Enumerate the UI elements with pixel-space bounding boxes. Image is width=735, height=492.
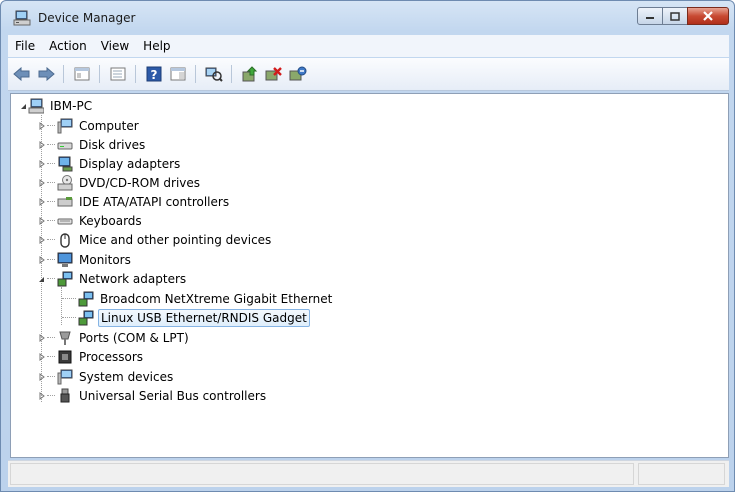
minimize-button[interactable]	[637, 7, 663, 25]
disable-device-icon[interactable]	[264, 64, 284, 84]
tree-node-label: Display adapters	[79, 157, 181, 171]
expand-arrow-icon[interactable]	[37, 372, 46, 382]
tree-node-network-adapters[interactable]: Network adapters	[37, 270, 188, 288]
tree-node-label: Monitors	[79, 253, 131, 267]
menu-bar: File Action View Help	[8, 35, 729, 57]
monitor-icon	[57, 252, 73, 268]
tree-child-broadcom[interactable]: Broadcom NetXtreme Gigabit Ethernet	[61, 290, 334, 308]
window-title: Device Manager	[38, 11, 136, 25]
close-icon	[703, 11, 713, 21]
collapse-arrow-icon[interactable]	[19, 101, 28, 111]
tree-node-system-devices[interactable]: System devices	[37, 368, 175, 386]
status-pane-main	[10, 463, 634, 485]
keyboard-icon	[57, 213, 73, 229]
tree-node-label: DVD/CD-ROM drives	[79, 176, 201, 190]
tree-node-display-adapters[interactable]: Display adapters	[37, 155, 182, 173]
expand-arrow-icon[interactable]	[37, 121, 46, 131]
toolbar-separator	[63, 65, 64, 83]
computer-icon	[28, 98, 44, 114]
tree-node-label: Universal Serial Bus controllers	[79, 389, 267, 403]
properties-panel-icon[interactable]	[72, 64, 92, 84]
expand-arrow-icon[interactable]	[37, 159, 46, 169]
maximize-button[interactable]	[662, 7, 688, 25]
tree-node-label: Disk drives	[79, 138, 146, 152]
help-icon[interactable]: ?	[144, 64, 164, 84]
collapse-arrow-icon[interactable]	[37, 274, 46, 284]
toolbar-separator	[195, 65, 196, 83]
toolbar: ?	[8, 58, 729, 91]
tree-node-usb-controllers[interactable]: Universal Serial Bus controllers	[37, 387, 268, 405]
expand-arrow-icon[interactable]	[37, 235, 46, 245]
update-driver-icon[interactable]	[240, 64, 260, 84]
expand-arrow-icon[interactable]	[37, 333, 46, 343]
usb-icon	[57, 388, 73, 404]
tree-node-label: Mice and other pointing devices	[79, 233, 272, 247]
menu-file[interactable]: File	[8, 36, 42, 56]
network-adapter-icon	[57, 271, 73, 287]
tree-node-label: IDE ATA/ATAPI controllers	[79, 195, 230, 209]
network-adapter-icon	[78, 291, 94, 307]
tree-node-label: Network adapters	[79, 272, 187, 286]
tree-node-dvd-drives[interactable]: DVD/CD-ROM drives	[37, 174, 202, 192]
tree-node-label: System devices	[79, 370, 174, 384]
minimize-icon	[646, 17, 654, 19]
tree-node-label: Broadcom NetXtreme Gigabit Ethernet	[100, 292, 333, 306]
menu-action[interactable]: Action	[42, 36, 94, 56]
port-icon	[57, 330, 73, 346]
title-bar[interactable]: Device Manager	[1, 1, 734, 35]
tree-node-disk-drives[interactable]: Disk drives	[37, 136, 147, 154]
expand-arrow-icon[interactable]	[37, 255, 46, 265]
uninstall-device-icon[interactable]	[288, 64, 308, 84]
tree-node-keyboards[interactable]: Keyboards	[37, 212, 144, 230]
expand-arrow-icon[interactable]	[37, 197, 46, 207]
tree-node-ports[interactable]: Ports (COM & LPT)	[37, 329, 191, 347]
toolbar-separator	[99, 65, 100, 83]
maximize-icon	[670, 11, 680, 21]
disk-drive-icon	[57, 137, 73, 153]
tree-node-label: Ports (COM & LPT)	[79, 331, 189, 345]
expand-arrow-icon[interactable]	[37, 178, 46, 188]
computer-icon	[57, 118, 73, 134]
tree-node-label: Computer	[79, 119, 139, 133]
status-pane-secondary	[638, 463, 725, 485]
device-manager-window: Device Manager File Action View Help ? I…	[0, 0, 735, 492]
mouse-icon	[57, 232, 73, 248]
scan-hardware-icon[interactable]	[204, 64, 224, 84]
tree-node-mice[interactable]: Mice and other pointing devices	[37, 231, 273, 249]
show-hide-icon[interactable]	[168, 64, 188, 84]
tree-root-label: IBM-PC	[50, 99, 93, 113]
display-adapter-icon	[57, 156, 73, 172]
toolbar-separator	[231, 65, 232, 83]
network-adapter-icon	[78, 310, 94, 326]
menu-view[interactable]: View	[94, 36, 136, 56]
processor-icon	[57, 349, 73, 365]
system-device-icon	[57, 369, 73, 385]
ide-controller-icon	[57, 194, 73, 210]
toolbar-separator	[135, 65, 136, 83]
tree-node-label: Keyboards	[79, 214, 142, 228]
device-tree: IBM-PC Computer Disk drives Display adap…	[10, 93, 729, 458]
expand-arrow-icon[interactable]	[37, 391, 46, 401]
tree-node-label-selected: Linux USB Ethernet/RNDIS Gadget	[98, 309, 310, 327]
tree-node-monitors[interactable]: Monitors	[37, 251, 133, 269]
expand-arrow-icon[interactable]	[37, 140, 46, 150]
svg-text:?: ?	[151, 68, 158, 82]
tree-node-label: Processors	[79, 350, 144, 364]
tree-node-ide-controllers[interactable]: IDE ATA/ATAPI controllers	[37, 193, 231, 211]
tree-child-linux-usb[interactable]: Linux USB Ethernet/RNDIS Gadget	[61, 309, 310, 327]
tree-root-row[interactable]: IBM-PC	[19, 97, 94, 115]
tree-node-processors[interactable]: Processors	[37, 348, 145, 366]
menu-help[interactable]: Help	[136, 36, 177, 56]
expand-arrow-icon[interactable]	[37, 216, 46, 226]
forward-icon[interactable]	[36, 64, 56, 84]
status-bar	[8, 460, 729, 487]
dvd-drive-icon	[57, 175, 73, 191]
tree-node-computer[interactable]: Computer	[37, 117, 141, 135]
back-icon[interactable]	[12, 64, 32, 84]
expand-arrow-icon[interactable]	[37, 352, 46, 362]
device-manager-icon	[13, 10, 31, 26]
console-tree-icon[interactable]	[108, 64, 128, 84]
close-button[interactable]	[687, 7, 729, 25]
